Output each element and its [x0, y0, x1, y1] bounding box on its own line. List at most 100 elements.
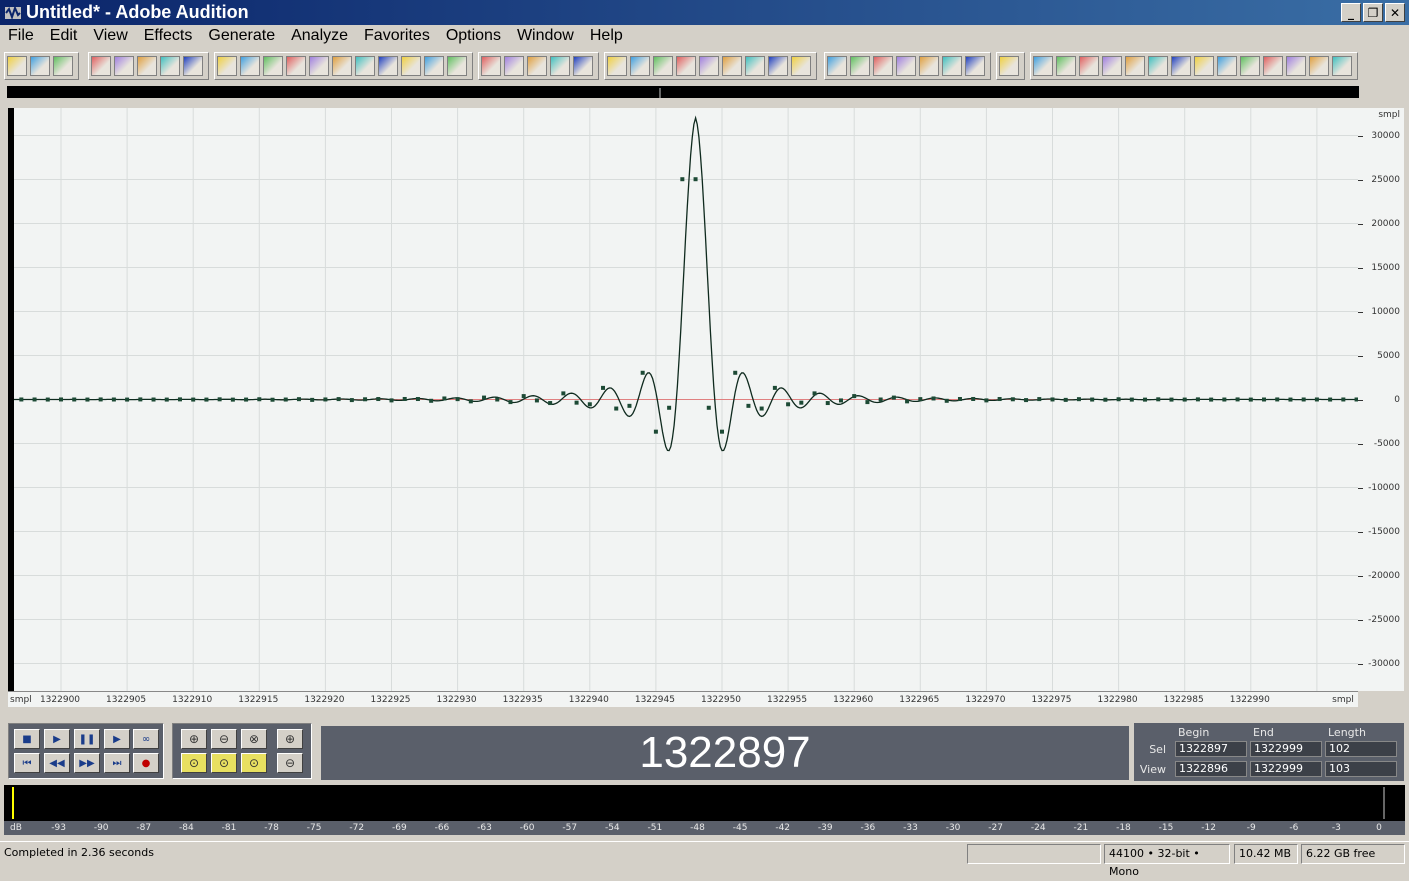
sample-point[interactable] [270, 397, 275, 402]
sample-point[interactable] [177, 397, 182, 402]
toolbar-button-icon[interactable] [30, 56, 50, 76]
stop-button[interactable]: ■ [14, 729, 40, 749]
toolbar-button-icon[interactable] [1171, 56, 1191, 76]
sample-point[interactable] [1103, 397, 1108, 402]
menu-file[interactable]: File [0, 27, 42, 45]
toolbar-button-icon[interactable] [850, 56, 870, 76]
sel-length-field[interactable]: 102 [1325, 741, 1397, 757]
toolbar-button-icon[interactable] [309, 56, 329, 76]
toolbar-button-icon[interactable] [114, 56, 134, 76]
sample-point[interactable] [32, 397, 37, 402]
sample-point[interactable] [772, 385, 777, 390]
sample-point[interactable] [601, 385, 606, 390]
sample-point[interactable] [693, 177, 698, 182]
sample-point[interactable] [680, 177, 685, 182]
sample-point[interactable] [640, 370, 645, 375]
sample-point[interactable] [1116, 397, 1121, 402]
sample-point[interactable] [865, 400, 870, 405]
toolbar-button-icon[interactable] [481, 56, 501, 76]
sample-point[interactable] [957, 397, 962, 402]
toolbar-button-icon[interactable] [791, 56, 811, 76]
minimize-button[interactable]: _ [1341, 3, 1361, 22]
sample-point[interactable] [1195, 397, 1200, 402]
sample-point[interactable] [191, 397, 196, 402]
toolbar-button-icon[interactable] [999, 56, 1019, 76]
sample-point[interactable] [1024, 398, 1029, 403]
toolbar-button-icon[interactable] [676, 56, 696, 76]
menu-options[interactable]: Options [438, 27, 509, 45]
sample-point[interactable] [534, 398, 539, 403]
sample-point[interactable] [1076, 397, 1081, 402]
sample-point[interactable] [59, 397, 63, 402]
sample-point[interactable] [429, 398, 434, 403]
toolbar-button-icon[interactable] [1148, 56, 1168, 76]
toolbar-button-icon[interactable] [827, 56, 847, 76]
menu-generate[interactable]: Generate [200, 27, 283, 45]
toolbar-button-icon[interactable] [1332, 56, 1352, 76]
sample-point[interactable] [1275, 397, 1280, 402]
toolbar-button-icon[interactable] [768, 56, 788, 76]
sample-point[interactable] [310, 397, 315, 402]
sample-point[interactable] [402, 396, 407, 401]
toolbar-button-icon[interactable] [873, 56, 893, 76]
sample-point[interactable] [415, 397, 420, 402]
toolbar-button-icon[interactable] [378, 56, 398, 76]
toolbar-button-icon[interactable] [550, 56, 570, 76]
sample-point[interactable] [111, 397, 116, 402]
zoom-in-horizontal-button[interactable]: ⊕ [181, 729, 207, 749]
sample-point[interactable] [508, 400, 513, 405]
toolbar-button-icon[interactable] [607, 56, 627, 76]
toolbar-button-icon[interactable] [53, 56, 73, 76]
toolbar-button-icon[interactable] [722, 56, 742, 76]
view-end-field[interactable]: 1322999 [1250, 761, 1322, 777]
toolbar-button-icon[interactable] [630, 56, 650, 76]
sample-point[interactable] [720, 429, 724, 434]
sample-point[interactable] [1248, 397, 1253, 402]
menu-window[interactable]: Window [509, 27, 582, 45]
zoom-in-vertical-button[interactable]: ⊕ [277, 729, 303, 749]
sample-point[interactable] [878, 397, 883, 402]
toolbar-button-icon[interactable] [332, 56, 352, 76]
sample-point[interactable] [667, 405, 672, 410]
rewind-button[interactable]: ◀◀ [44, 753, 70, 773]
loop-button[interactable]: ∞ [133, 729, 159, 749]
sample-point[interactable] [1129, 397, 1134, 402]
fast-forward-button[interactable]: ▶▶ [74, 753, 100, 773]
toolbar-button-icon[interactable] [1125, 56, 1145, 76]
sample-point[interactable] [984, 398, 989, 403]
sample-point[interactable] [918, 397, 923, 402]
sample-point[interactable] [706, 405, 711, 410]
sample-point[interactable] [323, 397, 328, 402]
toolbar-button-icon[interactable] [1102, 56, 1122, 76]
zoom-to-right-button[interactable]: ⊙ [241, 753, 267, 773]
toolbar-button-icon[interactable] [919, 56, 939, 76]
sample-point[interactable] [283, 397, 288, 402]
menu-help[interactable]: Help [582, 27, 631, 45]
sample-point[interactable] [971, 396, 976, 401]
sample-point[interactable] [1209, 397, 1214, 402]
toolbar-button-icon[interactable] [1286, 56, 1306, 76]
go-to-begin-button[interactable]: ⏮ [14, 753, 40, 773]
sample-point[interactable] [125, 397, 130, 402]
sample-point[interactable] [759, 406, 764, 411]
sel-end-field[interactable]: 1322999 [1250, 741, 1322, 757]
zoom-out-horizontal-button[interactable]: ⊖ [211, 729, 237, 749]
sample-point[interactable] [217, 397, 222, 402]
sample-point[interactable] [1169, 397, 1174, 402]
menu-edit[interactable]: Edit [42, 27, 86, 45]
sample-point[interactable] [1222, 397, 1227, 402]
toolbar-button-icon[interactable] [355, 56, 375, 76]
sample-point[interactable] [376, 397, 381, 402]
sample-point[interactable] [204, 397, 209, 402]
sample-point[interactable] [653, 429, 658, 434]
toolbar-button-icon[interactable] [1194, 56, 1214, 76]
zoom-full-button[interactable]: ⊗ [241, 729, 267, 749]
sample-point[interactable] [746, 403, 751, 408]
toolbar-button-icon[interactable] [573, 56, 593, 76]
sample-point[interactable] [468, 399, 473, 404]
sample-point[interactable] [852, 394, 857, 399]
sample-point[interactable] [574, 400, 579, 405]
sample-point[interactable] [389, 398, 394, 403]
sample-point[interactable] [786, 402, 791, 407]
toolbar-button-icon[interactable] [217, 56, 237, 76]
